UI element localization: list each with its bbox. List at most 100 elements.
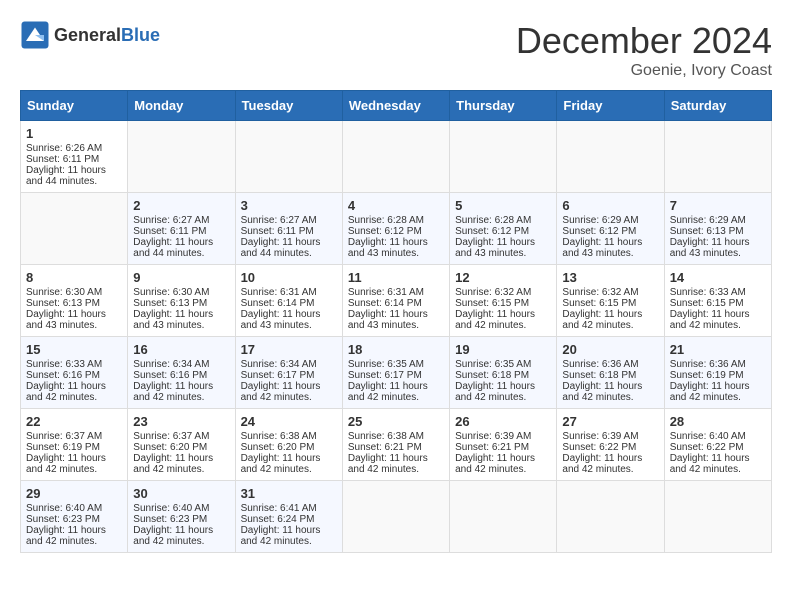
- calendar-cell: 11Sunrise: 6:31 AMSunset: 6:14 PMDayligh…: [342, 265, 449, 337]
- sunrise: Sunrise: 6:40 AM: [26, 503, 102, 514]
- sunset: Sunset: 6:14 PM: [348, 298, 422, 309]
- day-number: 21: [670, 342, 766, 357]
- sunrise: Sunrise: 6:35 AM: [455, 359, 531, 370]
- calendar-cell: 1Sunrise: 6:26 AMSunset: 6:11 PMDaylight…: [21, 121, 128, 193]
- day-number: 7: [670, 198, 766, 213]
- sunset: Sunset: 6:22 PM: [670, 442, 744, 453]
- calendar-cell: 22 Sunrise: 6:37 AMSunset: 6:19 PMDayligh…: [21, 409, 128, 481]
- sunset: Sunset: 6:15 PM: [455, 298, 529, 309]
- day-number: 27: [562, 414, 658, 429]
- calendar-cell-empty: [664, 121, 771, 193]
- calendar-cell-empty: [235, 121, 342, 193]
- sunset: Sunset: 6:20 PM: [241, 442, 315, 453]
- sunset: Sunset: 6:23 PM: [133, 514, 207, 525]
- calendar-cell: 2Sunrise: 6:27 AMSunset: 6:11 PMDaylight…: [128, 193, 235, 265]
- sunrise: Sunrise: 6:30 AM: [133, 287, 209, 298]
- page-header: GeneralBlue December 2024 Goenie, Ivory …: [20, 20, 772, 80]
- sunrise: Sunrise: 6:32 AM: [455, 287, 531, 298]
- calendar-cell: 8Sunrise: 6:30 AMSunset: 6:13 PMDaylight…: [21, 265, 128, 337]
- daylight: Daylight: 11 hours and 42 minutes.: [455, 453, 535, 475]
- daylight: Daylight: 11 hours and 43 minutes.: [348, 237, 428, 259]
- day-number: 5: [455, 198, 551, 213]
- day-number: 3: [241, 198, 337, 213]
- day-number: 16: [133, 342, 229, 357]
- calendar-cell: 10Sunrise: 6:31 AMSunset: 6:14 PMDayligh…: [235, 265, 342, 337]
- day-number: 24: [241, 414, 337, 429]
- daylight: Daylight: 11 hours and 42 minutes.: [241, 381, 321, 403]
- day-number: 29: [26, 486, 122, 501]
- daylight: Daylight: 11 hours and 42 minutes.: [133, 453, 213, 475]
- sunset: Sunset: 6:17 PM: [241, 370, 315, 381]
- calendar-cell: 3Sunrise: 6:27 AMSunset: 6:11 PMDaylight…: [235, 193, 342, 265]
- calendar-cell-empty: [21, 193, 128, 265]
- day-number: 11: [348, 270, 444, 285]
- sunset: Sunset: 6:19 PM: [670, 370, 744, 381]
- daylight: Daylight: 11 hours and 43 minutes.: [133, 309, 213, 331]
- sunset: Sunset: 6:18 PM: [455, 370, 529, 381]
- sunset: Sunset: 6:15 PM: [670, 298, 744, 309]
- calendar-cell: 9Sunrise: 6:30 AMSunset: 6:13 PMDaylight…: [128, 265, 235, 337]
- calendar-cell: 27Sunrise: 6:39 AMSunset: 6:22 PMDayligh…: [557, 409, 664, 481]
- sunrise: Sunrise: 6:29 AM: [670, 215, 746, 226]
- logo-text-general: General: [54, 25, 121, 45]
- calendar-cell: 21Sunrise: 6:36 AMSunset: 6:19 PMDayligh…: [664, 337, 771, 409]
- sunset: Sunset: 6:18 PM: [562, 370, 636, 381]
- day-number: 20: [562, 342, 658, 357]
- sunrise: Sunrise: 6:40 AM: [670, 431, 746, 442]
- sunrise: Sunrise: 6:37 AM: [26, 431, 102, 442]
- calendar-week-row: 2Sunrise: 6:27 AMSunset: 6:11 PMDaylight…: [21, 193, 772, 265]
- sunrise: Sunrise: 6:34 AM: [133, 359, 209, 370]
- sunset: Sunset: 6:22 PM: [562, 442, 636, 453]
- calendar-cell: [664, 481, 771, 553]
- calendar-week-row: 1Sunrise: 6:26 AMSunset: 6:11 PMDaylight…: [21, 121, 772, 193]
- day-number: 17: [241, 342, 337, 357]
- day-number: 22: [26, 414, 122, 429]
- calendar-week-row: 8Sunrise: 6:30 AMSunset: 6:13 PMDaylight…: [21, 265, 772, 337]
- sunrise: Sunrise: 6:30 AM: [26, 287, 102, 298]
- sunset: Sunset: 6:21 PM: [348, 442, 422, 453]
- sunset: Sunset: 6:12 PM: [455, 226, 529, 237]
- day-of-week-header: Friday: [557, 91, 664, 121]
- sunset: Sunset: 6:17 PM: [348, 370, 422, 381]
- sunset: Sunset: 6:12 PM: [348, 226, 422, 237]
- calendar-cell: 19 Sunrise: 6:35 AMSunset: 6:18 PMDayligh…: [450, 337, 557, 409]
- sunset: Sunset: 6:15 PM: [562, 298, 636, 309]
- calendar-cell: 26Sunrise: 6:39 AMSunset: 6:21 PMDayligh…: [450, 409, 557, 481]
- sunrise: Sunrise: 6:31 AM: [241, 287, 317, 298]
- sunrise: Sunrise: 6:34 AM: [241, 359, 317, 370]
- logo-text-blue: Blue: [121, 25, 160, 45]
- sunset: Sunset: 6:11 PM: [241, 226, 314, 237]
- sunrise: Sunrise: 6:40 AM: [133, 503, 209, 514]
- sunrise: Sunrise: 6:26 AM: [26, 143, 102, 154]
- sunrise: Sunrise: 6:39 AM: [455, 431, 531, 442]
- sunrise: Sunrise: 6:41 AM: [241, 503, 317, 514]
- day-of-week-header: Wednesday: [342, 91, 449, 121]
- day-number: 28: [670, 414, 766, 429]
- day-number: 19: [455, 342, 551, 357]
- daylight: Daylight: 11 hours and 42 minutes.: [562, 453, 642, 475]
- sunrise: Sunrise: 6:33 AM: [670, 287, 746, 298]
- sunrise: Sunrise: 6:28 AM: [455, 215, 531, 226]
- sunrise: Sunrise: 6:38 AM: [241, 431, 317, 442]
- daylight: Daylight: 11 hours and 44 minutes.: [241, 237, 321, 259]
- sunset: Sunset: 6:13 PM: [26, 298, 100, 309]
- daylight: Daylight: 11 hours and 42 minutes.: [348, 381, 428, 403]
- day-number: 12: [455, 270, 551, 285]
- sunset: Sunset: 6:21 PM: [455, 442, 529, 453]
- calendar-cell: [557, 481, 664, 553]
- daylight: Daylight: 11 hours and 42 minutes.: [241, 525, 321, 547]
- daylight: Daylight: 11 hours and 44 minutes.: [133, 237, 213, 259]
- day-of-week-header: Monday: [128, 91, 235, 121]
- calendar-cell: 17 Sunrise: 6:34 AMSunset: 6:17 PMDayligh…: [235, 337, 342, 409]
- sunset: Sunset: 6:19 PM: [26, 442, 100, 453]
- daylight: Daylight: 11 hours and 42 minutes.: [26, 453, 106, 475]
- daylight: Daylight: 11 hours and 42 minutes.: [670, 309, 750, 331]
- day-of-week-header: Thursday: [450, 91, 557, 121]
- sunset: Sunset: 6:11 PM: [133, 226, 206, 237]
- sunset: Sunset: 6:13 PM: [133, 298, 207, 309]
- sunset: Sunset: 6:13 PM: [670, 226, 744, 237]
- calendar-cell: 12Sunrise: 6:32 AMSunset: 6:15 PMDayligh…: [450, 265, 557, 337]
- daylight: Daylight: 11 hours and 42 minutes.: [133, 525, 213, 547]
- day-of-week-header: Tuesday: [235, 91, 342, 121]
- daylight: Daylight: 11 hours and 42 minutes.: [455, 381, 535, 403]
